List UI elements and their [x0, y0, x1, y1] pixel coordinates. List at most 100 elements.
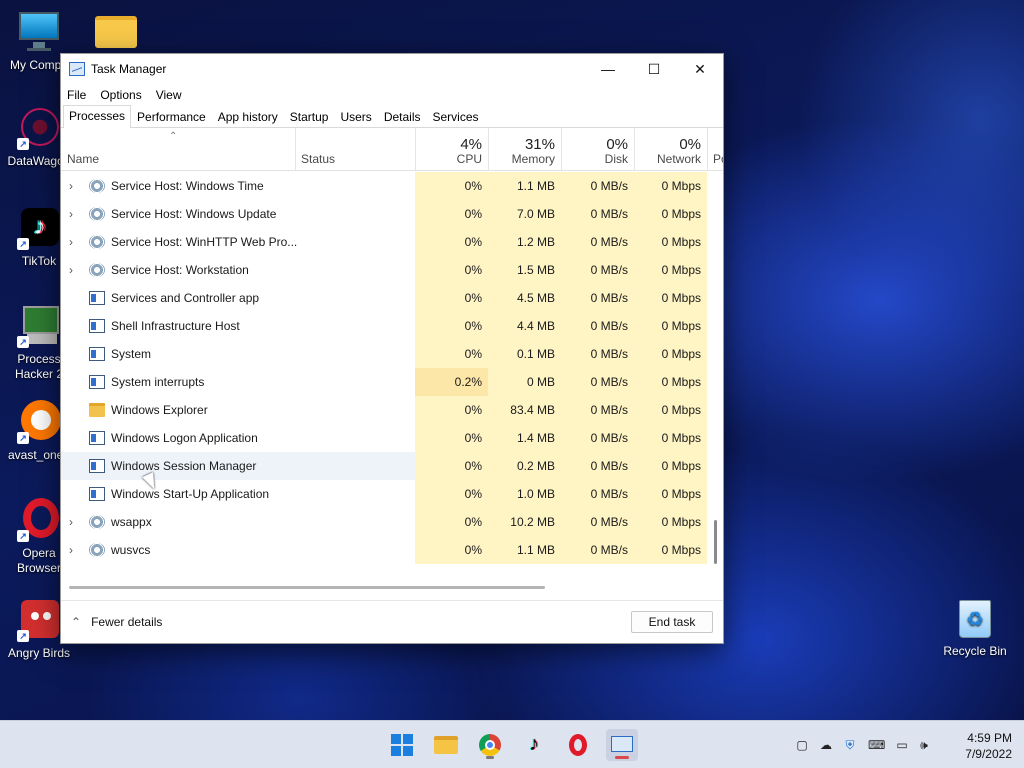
shortcut-arrow-icon: ↗ — [17, 432, 29, 444]
expand-chevron-icon[interactable]: › — [69, 536, 81, 564]
tab-users[interactable]: Users — [334, 106, 377, 127]
tab-processes[interactable]: Processes — [63, 105, 132, 128]
table-row[interactable]: Windows Explorer 0% 83.4 MB 0 MB/s 0 Mbps — [61, 396, 707, 424]
memory-cell: 1.4 MB — [488, 424, 561, 452]
cpu-cell: 0% — [415, 228, 488, 256]
network-total-value: 0% — [679, 136, 701, 153]
end-task-button[interactable]: End task — [631, 611, 713, 633]
process-name: Windows Logon Application — [111, 431, 258, 445]
network-cell: 0 Mbps — [634, 396, 707, 424]
vertical-scrollbar[interactable] — [711, 148, 719, 583]
cloud-off-icon[interactable]: ☁ — [818, 737, 834, 753]
cpu-cell: 0% — [415, 452, 488, 480]
close-button[interactable]: ✕ — [677, 54, 723, 84]
memory-total-value: 31% — [524, 136, 555, 153]
menu-file[interactable]: File — [67, 88, 86, 102]
maximize-button[interactable]: ☐ — [631, 54, 677, 84]
shortcut-arrow-icon: ↗ — [17, 238, 29, 250]
fewer-details-button[interactable]: ⌃ Fewer details — [71, 615, 162, 629]
network-cell: 0 Mbps — [634, 452, 707, 480]
desktop-icon-label: Angry Birds — [7, 646, 71, 660]
notification-icon[interactable]: ▢ — [794, 737, 810, 753]
taskbar-tiktok[interactable]: ♪ — [518, 729, 550, 761]
expand-chevron-icon[interactable]: › — [69, 200, 81, 228]
column-header-network[interactable]: 0% Network — [634, 128, 707, 170]
folder-icon — [95, 10, 139, 54]
table-row[interactable]: › Service Host: Workstation 0% 1.5 MB 0 MB/s… — [61, 256, 707, 284]
table-row[interactable]: › Service Host: Windows Update 0% 7.0 MB 0 M… — [61, 200, 707, 228]
memory-cell: 1.5 MB — [488, 256, 561, 284]
table-row[interactable]: › wsappx 0% 10.2 MB 0 MB/s 0 Mbps — [61, 508, 707, 536]
keyboard-icon[interactable]: ⌨ — [868, 737, 885, 753]
tab-bar: Processes Performance App history Startu… — [61, 105, 723, 128]
tiktok-icon: ♪ — [529, 733, 539, 755]
table-row[interactable]: › Service Host: WinHTTP Web Pro... 0% 1.2 M… — [61, 228, 707, 256]
desktop-icon-recycle-bin[interactable]: ♻ Recycle Bin — [936, 596, 1014, 659]
column-header-name[interactable]: Name — [61, 128, 295, 170]
cpu-total-value: 4% — [460, 136, 482, 153]
table-row[interactable]: Windows Logon Application 0% 1.4 MB 0 MB/s 0… — [61, 424, 707, 452]
network-cell: 0 Mbps — [634, 284, 707, 312]
column-header-disk[interactable]: 0% Disk — [561, 128, 634, 170]
table-row[interactable]: Windows Session Manager 0% 0.2 MB 0 MB/s 0 M… — [61, 452, 707, 480]
expand-chevron-icon[interactable]: › — [69, 508, 81, 536]
expand-chevron-icon[interactable]: › — [69, 256, 81, 284]
expand-chevron-icon[interactable]: › — [69, 172, 81, 200]
scroll-thumb[interactable] — [69, 586, 545, 589]
network-cell: 0 Mbps — [634, 368, 707, 396]
network-cell: 0 Mbps — [634, 480, 707, 508]
menu-view[interactable]: View — [156, 88, 182, 102]
memory-cell: 7.0 MB — [488, 200, 561, 228]
taskbar-chrome[interactable] — [474, 729, 506, 761]
tab-services[interactable]: Services — [427, 106, 485, 127]
memory-cell: 10.2 MB — [488, 508, 561, 536]
process-name: wusvcs — [111, 543, 151, 557]
disk-cell: 0 MB/s — [561, 452, 634, 480]
desktop-icon-folder[interactable] — [78, 10, 156, 58]
menu-options[interactable]: Options — [100, 88, 141, 102]
desktop-icon-label: Opera Browser — [16, 546, 61, 575]
network-cell: 0 Mbps — [634, 424, 707, 452]
column-header-memory[interactable]: 31% Memory — [488, 128, 561, 170]
start-button[interactable] — [386, 729, 418, 761]
shield-warning-icon[interactable]: ⛨ — [842, 737, 858, 753]
folder-icon — [89, 403, 105, 417]
taskbar-task-manager[interactable] — [606, 729, 638, 761]
taskbar-clock[interactable]: 4:59 PM 7/9/2022 — [965, 730, 1012, 762]
column-cpu-label: CPU — [456, 152, 482, 166]
disk-cell: 0 MB/s — [561, 368, 634, 396]
minimize-button[interactable]: — — [585, 54, 631, 84]
table-row[interactable]: System interrupts 0.2% 0 MB 0 MB/s 0 Mbps — [61, 368, 707, 396]
tab-app-history[interactable]: App history — [212, 106, 284, 127]
column-header-cpu[interactable]: 4% CPU — [415, 128, 488, 170]
title-bar[interactable]: Task Manager — ☐ ✕ — [61, 54, 723, 84]
table-row[interactable]: Services and Controller app 0% 4.5 MB 0 MB/… — [61, 284, 707, 312]
scroll-thumb[interactable] — [714, 520, 717, 564]
app-window-icon — [89, 347, 105, 361]
process-name: System interrupts — [111, 375, 205, 389]
volume-icon[interactable]: 🕪 — [916, 737, 932, 753]
cpu-cell: 0% — [415, 172, 488, 200]
angry-birds-icon: ↗ — [17, 598, 61, 642]
taskbar-opera[interactable] — [562, 729, 594, 761]
window-controls: — ☐ ✕ — [585, 54, 723, 84]
tab-performance[interactable]: Performance — [131, 106, 212, 127]
datawagon-icon: ↗ — [17, 106, 61, 150]
disk-total-value: 0% — [606, 136, 628, 153]
footer-bar: ⌃ Fewer details End task — [61, 600, 723, 644]
column-header-status[interactable]: Status — [295, 128, 415, 170]
network-cell: 0 Mbps — [634, 508, 707, 536]
taskbar-file-explorer[interactable] — [430, 729, 462, 761]
table-row[interactable]: System 0% 0.1 MB 0 MB/s 0 Mbps — [61, 340, 707, 368]
gear-icon — [89, 515, 105, 529]
table-row[interactable]: › wusvcs 0% 1.1 MB 0 MB/s 0 Mbps — [61, 536, 707, 564]
tab-startup[interactable]: Startup — [284, 106, 335, 127]
network-icon[interactable]: ▭ — [894, 737, 910, 753]
expand-chevron-icon[interactable]: › — [69, 228, 81, 256]
cpu-cell: 0% — [415, 256, 488, 284]
table-row[interactable]: › Service Host: Windows Time 0% 1.1 MB 0 MB/… — [61, 172, 707, 200]
shortcut-arrow-icon: ↗ — [17, 336, 29, 348]
horizontal-scrollbar[interactable] — [61, 583, 723, 591]
table-row[interactable]: Shell Infrastructure Host 0% 4.4 MB 0 MB/s 0… — [61, 312, 707, 340]
tab-details[interactable]: Details — [378, 106, 427, 127]
